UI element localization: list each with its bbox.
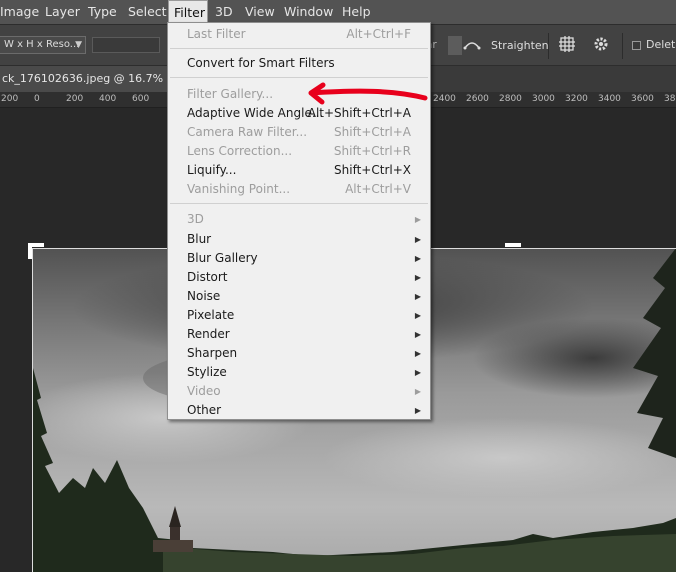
clear-button[interactable] [448, 36, 462, 55]
menu-item-label: Render [187, 327, 230, 341]
menu-item-label: Convert for Smart Filters [187, 56, 335, 70]
ruler-tick: 2400 [433, 94, 456, 104]
menu-item-label: Blur [187, 232, 212, 246]
menu-window[interactable]: Window [284, 0, 333, 24]
menu-item-shortcut: Shift+Ctrl+R [333, 144, 411, 158]
chevron-down-icon: ▼ [75, 40, 82, 50]
ratio-dropdown-label: W x H x Reso... [4, 39, 80, 50]
submenu-arrow-icon: ▶ [414, 235, 421, 244]
ruler-tick: 3000 [532, 94, 555, 104]
submenu-arrow-icon: ▶ [414, 254, 421, 263]
menu-layer[interactable]: Layer [45, 0, 80, 24]
menu-item-render[interactable]: Render ▶ [168, 325, 430, 344]
menu-item-video[interactable]: Video ▶ [168, 382, 430, 401]
menu-item-shortcut: Shift+Ctrl+A [334, 125, 411, 139]
annotation-arrow-icon [308, 82, 428, 105]
submenu-arrow-icon: ▶ [414, 368, 421, 377]
menu-item-pixelate[interactable]: Pixelate ▶ [168, 306, 430, 325]
menu-item-label: Pixelate [187, 308, 235, 322]
menu-item-label: Lens Correction... [187, 144, 293, 158]
menu-help[interactable]: Help [342, 0, 371, 24]
menu-item-blur[interactable]: Blur ▶ [168, 230, 430, 249]
menu-separator [170, 203, 428, 204]
divider [622, 33, 623, 59]
menu-item-stylize[interactable]: Stylize ▶ [168, 363, 430, 382]
menu-item-shortcut: Alt+Ctrl+F [346, 27, 411, 41]
ratio-dropdown[interactable]: W x H x Reso... ▼ [0, 36, 86, 54]
menu-item-blur-gallery[interactable]: Blur Gallery ▶ [168, 249, 430, 268]
crop-handle[interactable] [505, 243, 521, 247]
ruler-tick: 3200 [565, 94, 588, 104]
menu-item-other[interactable]: Other ▶ [168, 401, 430, 420]
gear-icon[interactable] [592, 35, 610, 57]
menu-image[interactable]: Image [0, 0, 39, 24]
ruler-tick: 400 [99, 94, 117, 104]
menu-item-label: Liquify... [187, 163, 237, 177]
menu-item-camera-raw-filter[interactable]: Camera Raw Filter... Shift+Ctrl+A [168, 123, 430, 142]
menu-item-label: Camera Raw Filter... [187, 125, 308, 139]
ruler-tick: 3400 [598, 94, 621, 104]
submenu-arrow-icon: ▶ [414, 406, 421, 415]
menu-item-distort[interactable]: Distort ▶ [168, 268, 430, 287]
ruler-tick: 2600 [466, 94, 489, 104]
menu-item-label: Stylize [187, 365, 227, 379]
menu-bar: Image Layer Type Select Filter 3D View W… [0, 0, 676, 24]
menu-item-label: 3D [187, 212, 204, 226]
submenu-arrow-icon: ▶ [414, 387, 421, 396]
submenu-arrow-icon: ▶ [414, 273, 421, 282]
menu-select[interactable]: Select [128, 0, 167, 24]
submenu-arrow-icon: ▶ [414, 292, 421, 301]
menu-item-label: Blur Gallery [187, 251, 258, 265]
menu-item-label: Filter Gallery... [187, 87, 274, 101]
ruler-tick: 0 [34, 94, 40, 104]
menu-filter[interactable]: Filter [168, 0, 208, 24]
menu-item-3d[interactable]: 3D ▶ [168, 210, 430, 229]
menu-item-shortcut: Alt+Ctrl+V [345, 182, 411, 196]
straighten-icon[interactable] [462, 36, 482, 56]
submenu-arrow-icon: ▶ [414, 330, 421, 339]
delete-cropped-label[interactable]: Delete [646, 38, 676, 51]
ruler-tick: 2800 [499, 94, 522, 104]
menu-item-label: Other [187, 403, 222, 417]
menu-item-label: Distort [187, 270, 228, 284]
submenu-arrow-icon: ▶ [414, 215, 421, 224]
submenu-arrow-icon: ▶ [414, 311, 421, 320]
straighten-label[interactable]: Straighten [491, 39, 549, 52]
menu-item-last-filter[interactable]: Last Filter Alt+Ctrl+F [168, 25, 430, 44]
menu-item-lens-correction[interactable]: Lens Correction... Shift+Ctrl+R [168, 142, 430, 161]
menu-item-label: Last Filter [187, 27, 246, 41]
ruler-tick: 3600 [631, 94, 654, 104]
menu-3d[interactable]: 3D [215, 0, 233, 24]
menu-item-label: Vanishing Point... [187, 182, 291, 196]
menu-item-shortcut: Shift+Ctrl+X [334, 163, 411, 177]
divider [548, 33, 549, 59]
grid-overlay-icon[interactable] [558, 35, 576, 57]
ruler-tick: 200 [66, 94, 84, 104]
document-tab[interactable]: ck_176102636.jpeg @ 16.7% (CM [0, 66, 170, 92]
menu-item-convert-smart-filters[interactable]: Convert for Smart Filters [168, 54, 430, 73]
menu-item-label: Video [187, 384, 221, 398]
menu-item-sharpen[interactable]: Sharpen ▶ [168, 344, 430, 363]
ruler-tick: 38 [664, 94, 676, 104]
menu-item-label: Noise [187, 289, 221, 303]
crop-border [32, 248, 33, 572]
menu-item-vanishing-point[interactable]: Vanishing Point... Alt+Ctrl+V [168, 180, 430, 199]
menu-separator [170, 77, 428, 78]
menu-item-noise[interactable]: Noise ▶ [168, 287, 430, 306]
menu-separator [170, 48, 428, 49]
width-field[interactable] [92, 37, 160, 53]
menu-view[interactable]: View [245, 0, 275, 24]
ruler-tick: 200 [1, 94, 19, 104]
menu-item-liquify[interactable]: Liquify... Shift+Ctrl+X [168, 161, 430, 180]
menu-type[interactable]: Type [88, 0, 117, 24]
delete-cropped-checkbox[interactable] [632, 41, 641, 50]
ruler-tick: 600 [132, 94, 150, 104]
menu-item-label: Sharpen [187, 346, 238, 360]
submenu-arrow-icon: ▶ [414, 349, 421, 358]
